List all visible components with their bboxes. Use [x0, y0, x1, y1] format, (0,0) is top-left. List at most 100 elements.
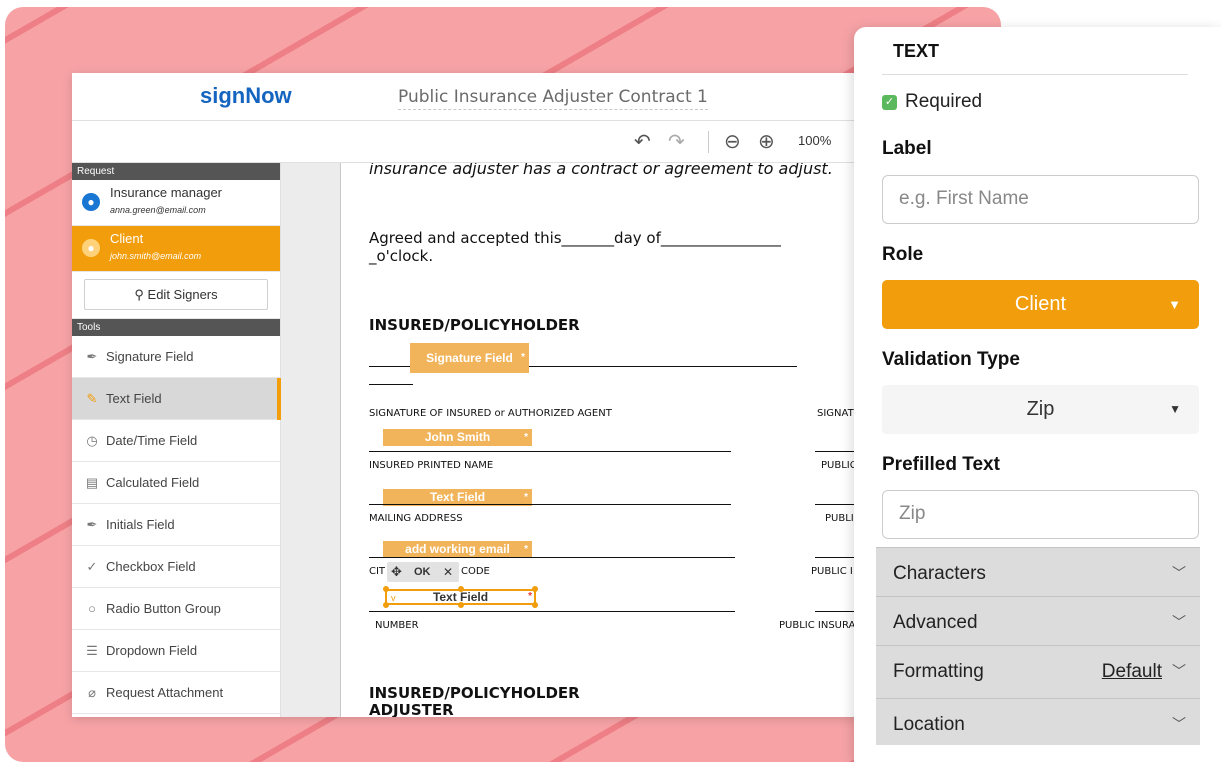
label-input[interactable]: e.g. First Name: [882, 175, 1199, 224]
panel-title: TEXT: [893, 41, 940, 61]
signer-email: john.smith@email.com: [110, 251, 202, 261]
tools-section-header: Tools: [72, 319, 280, 336]
email-field[interactable]: add working email *: [383, 541, 532, 558]
resize-handle[interactable]: [458, 602, 464, 608]
tool-checkbox-field[interactable]: ✓ Checkbox Field: [72, 546, 280, 588]
field-caption: PUBLIC INSURA: [779, 620, 856, 631]
required-label: Required: [905, 91, 983, 112]
chevron-down-icon: ﹀: [1172, 614, 1186, 630]
document-page: insurance adjuster has a contract or agr…: [340, 163, 862, 717]
signature-field[interactable]: Signature Field *: [410, 343, 529, 373]
signer-insurance-manager[interactable]: ● Insurance manager anna.green@email.com: [72, 180, 280, 226]
field-line: [369, 557, 735, 558]
validation-value: Zip: [1026, 398, 1055, 420]
undo-icon[interactable]: ↶: [634, 129, 651, 154]
signnow-logo[interactable]: signNow: [200, 83, 292, 109]
formatting-section[interactable]: Formatting Default ﹀: [876, 645, 1200, 698]
prefilled-text-input[interactable]: Zip: [882, 490, 1199, 539]
radio-icon: ○: [88, 601, 96, 616]
document-title[interactable]: Public Insurance Adjuster Contract 1: [398, 87, 708, 110]
edit-signers-row: ⚲ Edit Signers: [72, 272, 280, 319]
field-line: [369, 504, 731, 505]
zoom-level[interactable]: 100%: [798, 133, 831, 148]
tool-calculated-field[interactable]: ▤ Calculated Field: [72, 462, 280, 504]
section-heading: INSURED/POLICYHOLDER: [369, 684, 580, 702]
signer-name: Insurance manager: [110, 185, 223, 200]
role-value: Client: [1014, 293, 1067, 315]
tool-date-time-field[interactable]: ◷ Date/Time Field: [72, 420, 280, 462]
prefilled-heading: Prefilled Text: [882, 454, 1000, 475]
close-icon[interactable]: ✕: [443, 565, 453, 579]
stage: signNow Public Insurance Adjuster Contra…: [0, 0, 1222, 762]
chevron-down-icon: ﹀: [1172, 663, 1186, 679]
tool-label: Date/Time Field: [106, 433, 198, 448]
required-star: *: [524, 432, 528, 443]
dropdown-icon: ☰: [86, 643, 98, 658]
field-caption: CIT: [369, 566, 386, 577]
top-bar: signNow Public Insurance Adjuster Contra…: [72, 73, 862, 121]
validation-type-dropdown[interactable]: Zip ▼: [882, 385, 1199, 434]
selected-text-field[interactable]: v Text Field *: [383, 586, 538, 608]
move-icon[interactable]: ✥: [391, 564, 402, 580]
document-viewer[interactable]: insurance adjuster has a contract or agr…: [281, 163, 862, 717]
required-star: *: [524, 544, 528, 555]
tool-label: Text Field: [106, 391, 162, 406]
field-caption: PUBLIC I: [811, 566, 853, 577]
tool-radio-button-group[interactable]: ○ Radio Button Group: [72, 588, 280, 630]
advanced-section[interactable]: Advanced ﹀: [876, 596, 1200, 645]
tool-dropdown-field[interactable]: ☰ Dropdown Field: [72, 630, 280, 672]
request-section-header: Request: [72, 163, 280, 180]
signer-name: Client: [110, 231, 144, 246]
edit-signers-label: Edit Signers: [147, 287, 218, 302]
formatting-value[interactable]: Default: [1102, 661, 1162, 683]
edit-signers-button[interactable]: ⚲ Edit Signers: [84, 279, 268, 310]
field-action-toolbar: ✥ OK ✕: [387, 562, 459, 582]
resize-handle[interactable]: [532, 602, 538, 608]
resize-handle[interactable]: [383, 602, 389, 608]
required-star: *: [528, 591, 532, 602]
tool-signature-field[interactable]: ✒ Signature Field: [72, 336, 280, 378]
role-dropdown[interactable]: Client ▼: [882, 280, 1199, 329]
label-heading: Label: [882, 138, 932, 159]
tool-request-attachment[interactable]: ⌀ Request Attachment: [72, 672, 280, 714]
tool-label: Signature Field: [106, 349, 194, 364]
tool-initials-field[interactable]: ✒ Initials Field: [72, 504, 280, 546]
zoom-in-icon[interactable]: ⊕: [758, 129, 775, 154]
chevron-down-icon: ﹀: [1172, 565, 1186, 581]
section-heading: ADJUSTER: [369, 701, 454, 717]
tool-label: Calculated Field: [106, 475, 200, 490]
required-checkbox[interactable]: ✓: [882, 95, 897, 110]
signer-client[interactable]: ● Client john.smith@email.com: [72, 226, 280, 272]
ok-button[interactable]: OK: [414, 566, 431, 578]
tool-label: Checkbox Field: [106, 559, 196, 574]
field-line: [369, 451, 731, 452]
location-section[interactable]: Location ﹀: [876, 698, 1200, 745]
john-smith-field[interactable]: John Smith *: [383, 429, 532, 446]
sidebar: Request ● Insurance manager anna.green@e…: [72, 163, 281, 717]
signature-line: [369, 384, 413, 385]
checkmark-icon: ✓: [86, 559, 98, 574]
pen-nib-icon: ✒: [86, 517, 98, 532]
zoom-out-icon[interactable]: ⊖: [724, 129, 741, 154]
tool-label: Request Attachment: [106, 685, 224, 700]
field-settings-panel: TEXT ✓ Required Label e.g. First Name Ro…: [854, 27, 1222, 762]
characters-section[interactable]: Characters ﹀: [876, 547, 1200, 596]
signer-email: anna.green@email.com: [110, 205, 206, 215]
person-icon: ⚲: [134, 287, 144, 302]
resize-handle[interactable]: [458, 586, 464, 592]
redo-icon[interactable]: ↷: [668, 129, 685, 154]
role-heading: Role: [882, 244, 924, 265]
tool-text-field[interactable]: ✎ Text Field: [72, 378, 281, 420]
clock-icon: ◷: [86, 433, 98, 448]
editor-window: signNow Public Insurance Adjuster Contra…: [72, 73, 862, 717]
calculator-icon: ▤: [85, 475, 99, 490]
resize-handle[interactable]: [383, 586, 389, 592]
section-heading: INSURED/POLICYHOLDER: [369, 316, 580, 334]
pen-nib-icon: ✒: [86, 349, 98, 364]
required-star: *: [521, 352, 525, 363]
user-icon: ●: [82, 239, 100, 257]
document-text: insurance adjuster has a contract or agr…: [369, 163, 833, 178]
tool-label: Initials Field: [106, 517, 175, 532]
tool-label: Dropdown Field: [106, 643, 198, 658]
resize-handle[interactable]: [532, 586, 538, 592]
